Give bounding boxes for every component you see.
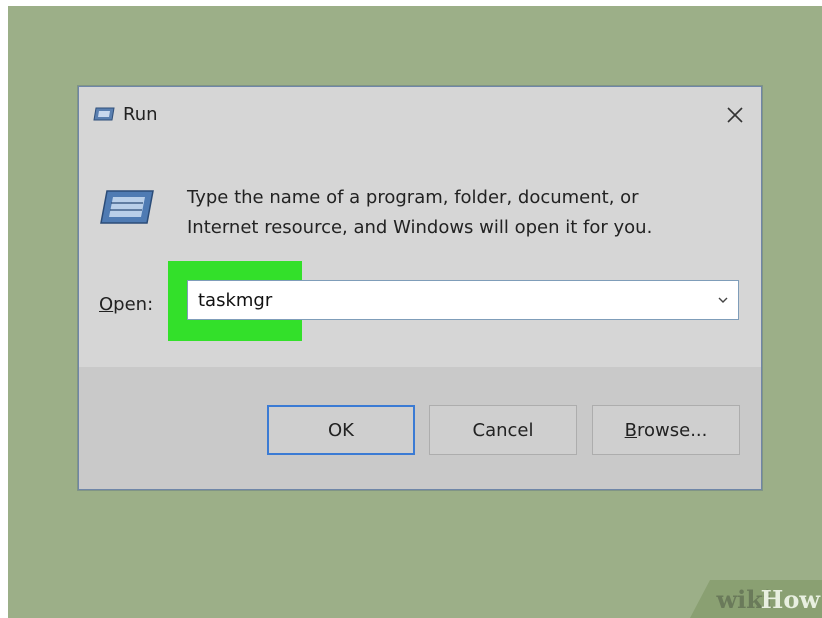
ok-button-label: OK bbox=[328, 419, 354, 441]
run-icon bbox=[100, 190, 154, 224]
browse-button-label: rowse... bbox=[637, 419, 708, 441]
description-line: Type the name of a program, folder, docu… bbox=[187, 187, 639, 208]
window-title: Run bbox=[123, 104, 158, 125]
chevron-down-icon[interactable] bbox=[716, 293, 730, 307]
open-input[interactable] bbox=[192, 281, 314, 319]
open-label-text: pen: bbox=[113, 294, 154, 315]
watermark: wiki How bbox=[672, 580, 822, 618]
browse-button[interactable]: Browse... bbox=[592, 405, 740, 455]
close-icon[interactable] bbox=[723, 103, 747, 127]
browse-button-accelerator: B bbox=[624, 419, 637, 441]
button-bar: OK Cancel Browse... bbox=[79, 367, 761, 489]
description: Type the name of a program, folder, docu… bbox=[187, 183, 727, 243]
run-icon bbox=[93, 107, 115, 121]
cancel-button-label: Cancel bbox=[472, 419, 534, 441]
open-combobox[interactable] bbox=[187, 280, 739, 320]
title-bar: Run bbox=[79, 87, 761, 143]
open-label: Open: bbox=[99, 294, 153, 315]
watermark-how: How bbox=[760, 585, 820, 614]
cancel-button[interactable]: Cancel bbox=[429, 405, 577, 455]
description-line: Internet resource, and Windows will open… bbox=[187, 217, 653, 238]
open-label-accelerator: O bbox=[99, 294, 114, 315]
background: Run Type the name of a program, folder, … bbox=[8, 6, 822, 618]
ok-button[interactable]: OK bbox=[267, 405, 415, 455]
run-dialog: Run Type the name of a program, folder, … bbox=[78, 86, 762, 490]
